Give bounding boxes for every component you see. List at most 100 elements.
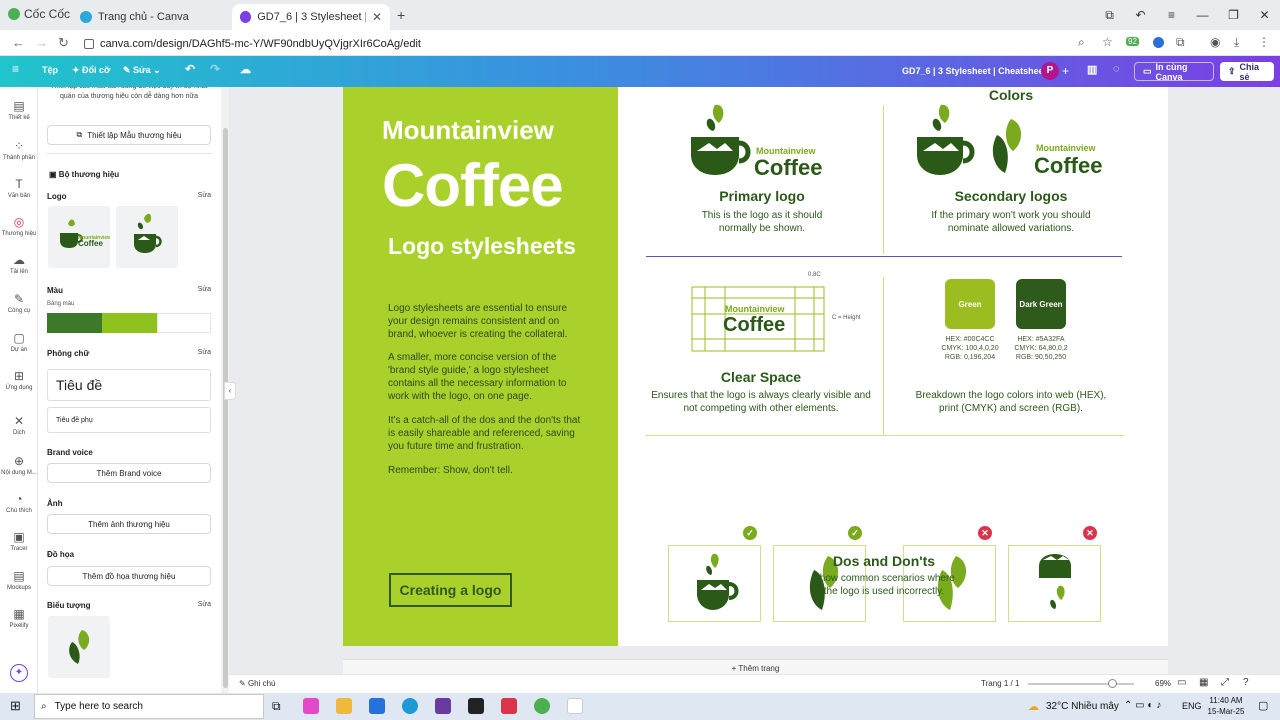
new-tab-button[interactable]: + — [397, 7, 405, 23]
swatch-dark-green[interactable]: Dark Green — [1016, 279, 1066, 329]
record-app-icon[interactable] — [567, 698, 583, 714]
menu-icon[interactable]: ≡ — [1156, 8, 1187, 22]
font-title-sample[interactable]: Tiêu đề — [47, 369, 211, 401]
notifications-icon[interactable]: ▢ — [1258, 699, 1268, 712]
rail-item-elements[interactable]: ⁘ Thành phần — [0, 139, 38, 161]
user-avatar[interactable]: P — [1041, 62, 1059, 80]
help-icon[interactable]: ? — [1243, 677, 1249, 688]
copilot-app-icon[interactable] — [303, 698, 319, 714]
rail-item-translate[interactable]: ✕ Dịch — [0, 414, 38, 436]
reload-icon[interactable]: ↻ — [58, 35, 69, 51]
rail-item-apps[interactable]: ⊞ Ứng dụng — [0, 369, 38, 391]
add-photos-button[interactable]: Thêm ảnh thương hiệu — [47, 514, 211, 534]
print-button[interactable]: ▭ In cùng Canva — [1134, 62, 1214, 82]
rail-item-tracer[interactable]: ▣ Tracer — [0, 530, 38, 552]
screenshot-icon[interactable]: ⧉ — [1094, 8, 1125, 23]
zoom-icon[interactable]: ⌕ — [1078, 35, 1085, 50]
rail-item-mockups[interactable]: ▤ Mockups — [0, 569, 38, 591]
coccoc-app-icon[interactable] — [534, 698, 550, 714]
rail-item-projects[interactable]: ▢ Dự án — [0, 331, 38, 353]
fullscreen-icon[interactable]: ⤢ — [1221, 677, 1229, 688]
file-explorer-icon[interactable] — [336, 698, 352, 714]
edit-menu[interactable]: ✎ Sửa ⌄ — [123, 65, 161, 76]
maximize-icon[interactable]: ❐ — [1218, 8, 1249, 22]
bookmark-star-icon[interactable]: ☆ — [1102, 35, 1113, 49]
extension-badge[interactable]: 92 — [1126, 37, 1139, 46]
design-title[interactable]: GD7_6 | 3 Stylesheet | Cheatsheet — [902, 66, 1047, 76]
store-app-icon[interactable] — [369, 698, 385, 714]
zoom-value[interactable]: 69% — [1155, 679, 1171, 688]
rail-item-pixelify[interactable]: ▦ Pixelify — [0, 607, 38, 629]
comments-icon[interactable]: ◌ — [1113, 63, 1120, 75]
add-collaborator-icon[interactable]: + — [1062, 64, 1069, 78]
brand-logo-thumb[interactable] — [116, 206, 178, 268]
rail-item-brand[interactable]: ◎ Thương hiệu — [0, 215, 38, 237]
system-tray-icons[interactable]: ⌃ ▭ ◐ ♪ — [1124, 700, 1161, 711]
colors-edit-link[interactable]: Sửa — [198, 286, 211, 293]
profile-icon[interactable]: ◉ — [1210, 35, 1220, 49]
logo-edit-link[interactable]: Sửa — [198, 192, 211, 199]
rail-item-tools[interactable]: ✎ Công cụ — [0, 292, 38, 314]
fonts-edit-link[interactable]: Sửa — [198, 349, 211, 356]
add-graphics-button[interactable]: Thêm đồ họa thương hiệu — [47, 566, 211, 586]
zoom-slider-thumb[interactable] — [1107, 679, 1117, 688]
pages-view-icon[interactable]: ▭ — [1177, 677, 1186, 688]
swatch-green[interactable]: Green — [945, 279, 995, 329]
palette-swatch-dark[interactable] — [47, 313, 102, 333]
app-icon[interactable] — [468, 698, 484, 714]
green-intro-panel[interactable]: Mountainview Coffee Logo stylesheets Log… — [343, 87, 618, 646]
collapse-panel-icon[interactable]: ‹ — [224, 382, 236, 400]
windows-start-icon[interactable]: ⊞ — [10, 698, 21, 714]
rail-item-caption[interactable]: ◔ Chú thích — [0, 492, 38, 514]
cloud-save-icon[interactable]: ☁ — [240, 63, 251, 76]
share-button[interactable]: ⇪ Chia sẻ — [1220, 62, 1274, 82]
url-field[interactable]: canva.com/design/DAGhf5-mc-Y/WF90ndbUyQV… — [84, 34, 1124, 53]
setup-templates-button[interactable]: ⧉ Thiết lập Mẫu thương hiệu — [47, 125, 211, 145]
grid-view-icon[interactable]: ▦ — [1199, 677, 1208, 688]
add-brand-voice-button[interactable]: Thêm Brand voice — [47, 463, 211, 483]
vpn-icon[interactable] — [1153, 37, 1164, 48]
forward-icon[interactable]: → — [35, 35, 48, 50]
analytics-icon[interactable]: ▥ — [1087, 63, 1097, 76]
notes-button[interactable]: ✎ Ghi chú — [239, 679, 276, 688]
rail-item-upload[interactable]: ☁ Tải lên — [0, 253, 38, 275]
icons-edit-link[interactable]: Sửa — [198, 601, 211, 608]
clock[interactable]: 11:40 AM 15-Mar-25 — [1206, 695, 1246, 717]
weather-text[interactable]: 32°C Nhiều mây — [1046, 701, 1119, 712]
rail-item-content[interactable]: ⊕ Nội dung M... — [0, 454, 38, 476]
rail-item-text[interactable]: T Văn bản — [0, 177, 38, 199]
minimize-icon[interactable]: — — [1187, 8, 1218, 22]
rail-item-layout[interactable]: ▤ Thiết kế — [0, 99, 38, 121]
app-icon[interactable] — [435, 698, 451, 714]
page-indicator[interactable]: Trang 1 / 1 — [981, 679, 1019, 688]
more-icon[interactable]: ⋮ — [1258, 35, 1270, 49]
brand-icon-thumb[interactable] — [48, 616, 110, 678]
panel-scroll-thumb[interactable] — [223, 128, 228, 688]
back-arrow-icon[interactable]: ↶ — [1125, 8, 1156, 22]
app-icon[interactable] — [501, 698, 517, 714]
close-window-icon[interactable]: ✕ — [1249, 8, 1280, 22]
browser-brand[interactable]: Cốc Cốc — [8, 7, 70, 21]
hamburger-icon[interactable]: ≡ — [12, 62, 19, 76]
edge-app-icon[interactable] — [402, 698, 418, 714]
download-icon[interactable]: ⤓ — [1234, 35, 1239, 50]
close-tab-icon[interactable]: ✕ — [372, 10, 382, 24]
font-subtitle-sample[interactable]: Tiêu đề phụ — [47, 407, 211, 433]
brand-logo-thumb[interactable]: Mountainview Coffee — [48, 206, 111, 268]
palette-swatch-white[interactable] — [157, 313, 211, 333]
redo-icon[interactable]: ↷ — [210, 62, 220, 76]
undo-icon[interactable]: ↶ — [185, 62, 195, 76]
zoom-slider-track[interactable] — [1028, 683, 1134, 685]
palette-swatch-green[interactable] — [102, 313, 157, 333]
tab-stylesheet[interactable]: GD7_6 | 3 Stylesheet | Cheats ✕ — [232, 4, 390, 30]
file-menu[interactable]: Tệp — [42, 65, 58, 75]
taskbar-search[interactable]: ⌕ Type here to search — [34, 694, 264, 719]
resize-button[interactable]: ✦ Đổi cỡ — [72, 65, 110, 76]
magic-ai-icon[interactable]: ✦ — [10, 664, 28, 682]
task-view-icon[interactable]: ⧉ — [272, 699, 281, 714]
extensions-icon[interactable]: ⧉ — [1176, 35, 1185, 50]
language-indicator[interactable]: ENG — [1182, 701, 1202, 711]
add-page-button[interactable]: + Thêm trang — [343, 659, 1168, 674]
creating-logo-button[interactable]: Creating a logo — [389, 573, 512, 607]
tab-canva-home[interactable]: Trang chủ - Canva — [72, 4, 228, 30]
